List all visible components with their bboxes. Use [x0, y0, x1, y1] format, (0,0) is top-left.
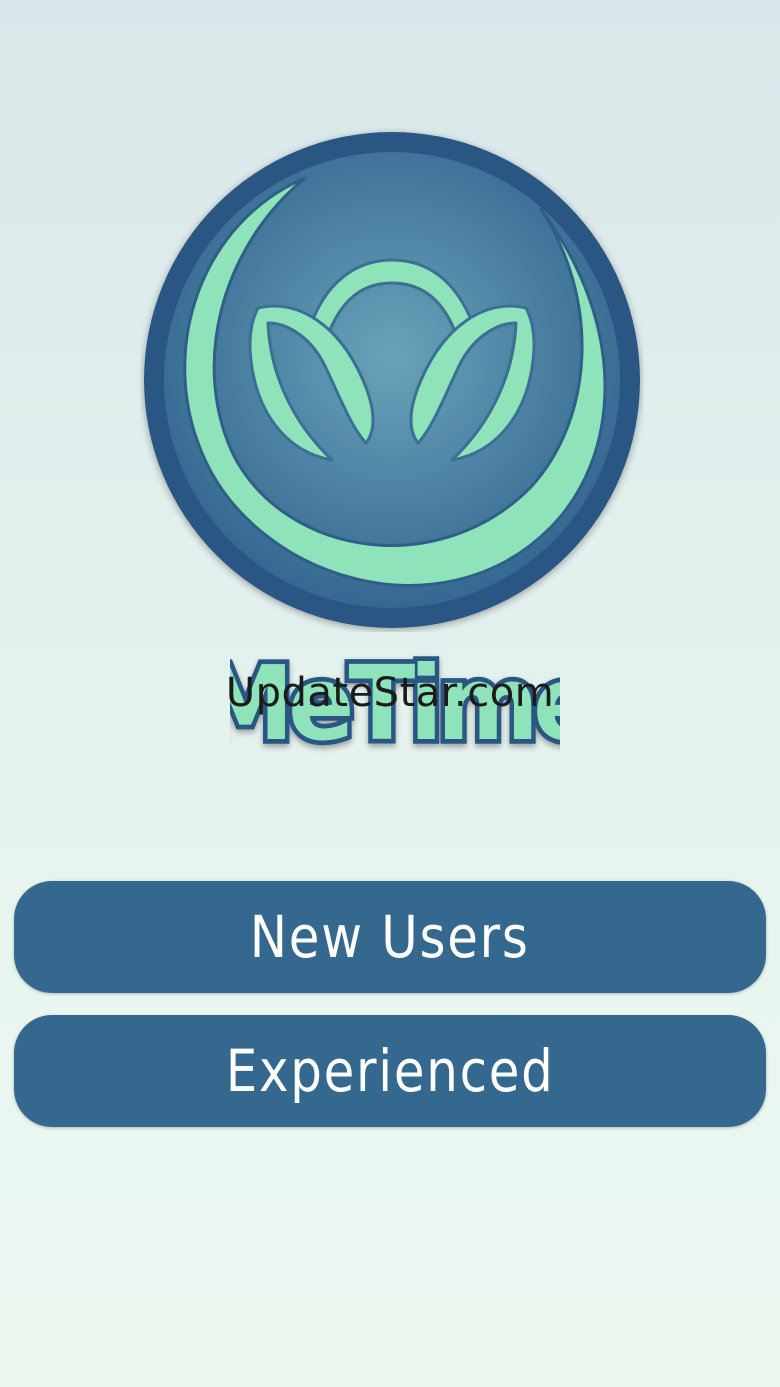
- experienced-label: Experienced: [225, 1037, 555, 1105]
- watermark-text: UpdateStar.com: [225, 670, 555, 716]
- new-users-button[interactable]: New Users: [14, 881, 766, 993]
- new-users-label: New Users: [250, 903, 530, 971]
- experienced-button[interactable]: Experienced: [14, 1015, 766, 1127]
- app-logo-emblem: [144, 132, 640, 628]
